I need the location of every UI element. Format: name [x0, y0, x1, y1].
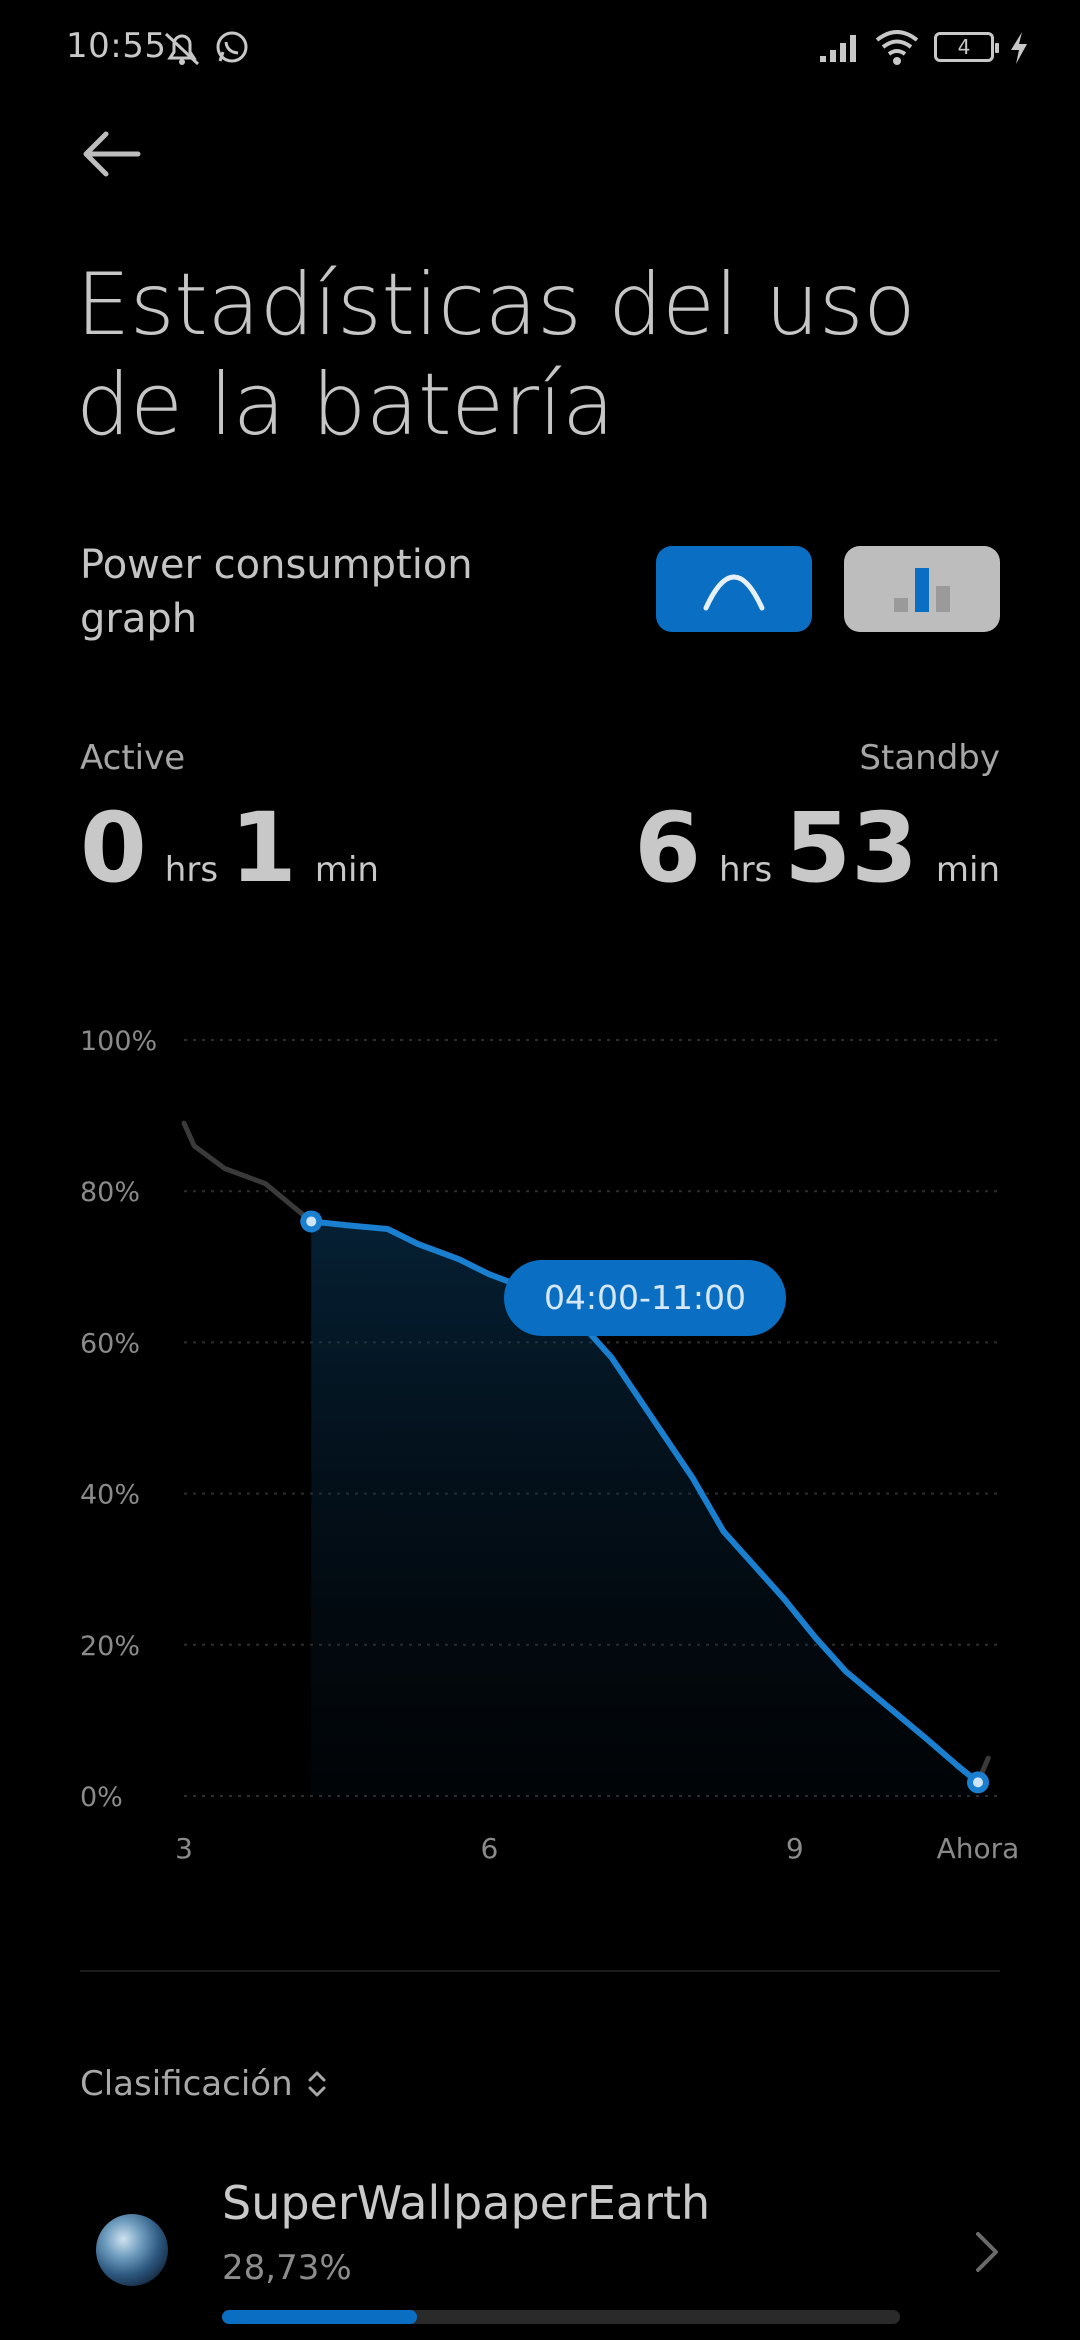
selected-range-pill: 04:00-11:00 [504, 1260, 786, 1336]
y-tick-label: 60% [80, 1328, 140, 1359]
battery-line-before [181, 1120, 314, 1224]
sort-label: Clasificación [80, 2064, 293, 2104]
y-tick-label: 20% [80, 1631, 140, 1662]
divider [80, 1970, 1000, 1972]
y-tick-label: 40% [80, 1480, 140, 1511]
battery-chart[interactable]: 100% 80% 60% 40% 20% 0% 3 6 9 Ahora [0, 0, 1080, 1900]
handle-center [306, 1216, 317, 1227]
app-usage-bar [222, 2310, 900, 2324]
sort-dropdown[interactable]: Clasificación [80, 2064, 327, 2104]
handle-center [973, 1777, 983, 1788]
chevron-right-icon [976, 2232, 998, 2272]
x-tick-label: 3 [175, 1832, 193, 1865]
y-tick-label: 100% [80, 1026, 157, 1057]
x-tick-label: 9 [786, 1832, 804, 1865]
app-usage-bar-fill [222, 2310, 417, 2324]
sort-chevrons-icon [308, 2071, 326, 2097]
app-name: SuperWallpaperEarth [222, 2176, 711, 2230]
y-tick-label: 80% [80, 1177, 140, 1208]
x-tick-label: 6 [480, 1832, 498, 1865]
earth-icon [96, 2214, 168, 2286]
x-tick-label: Ahora [937, 1832, 1020, 1865]
y-tick-label: 0% [80, 1782, 123, 1813]
app-percent: 28,73% [222, 2248, 352, 2288]
